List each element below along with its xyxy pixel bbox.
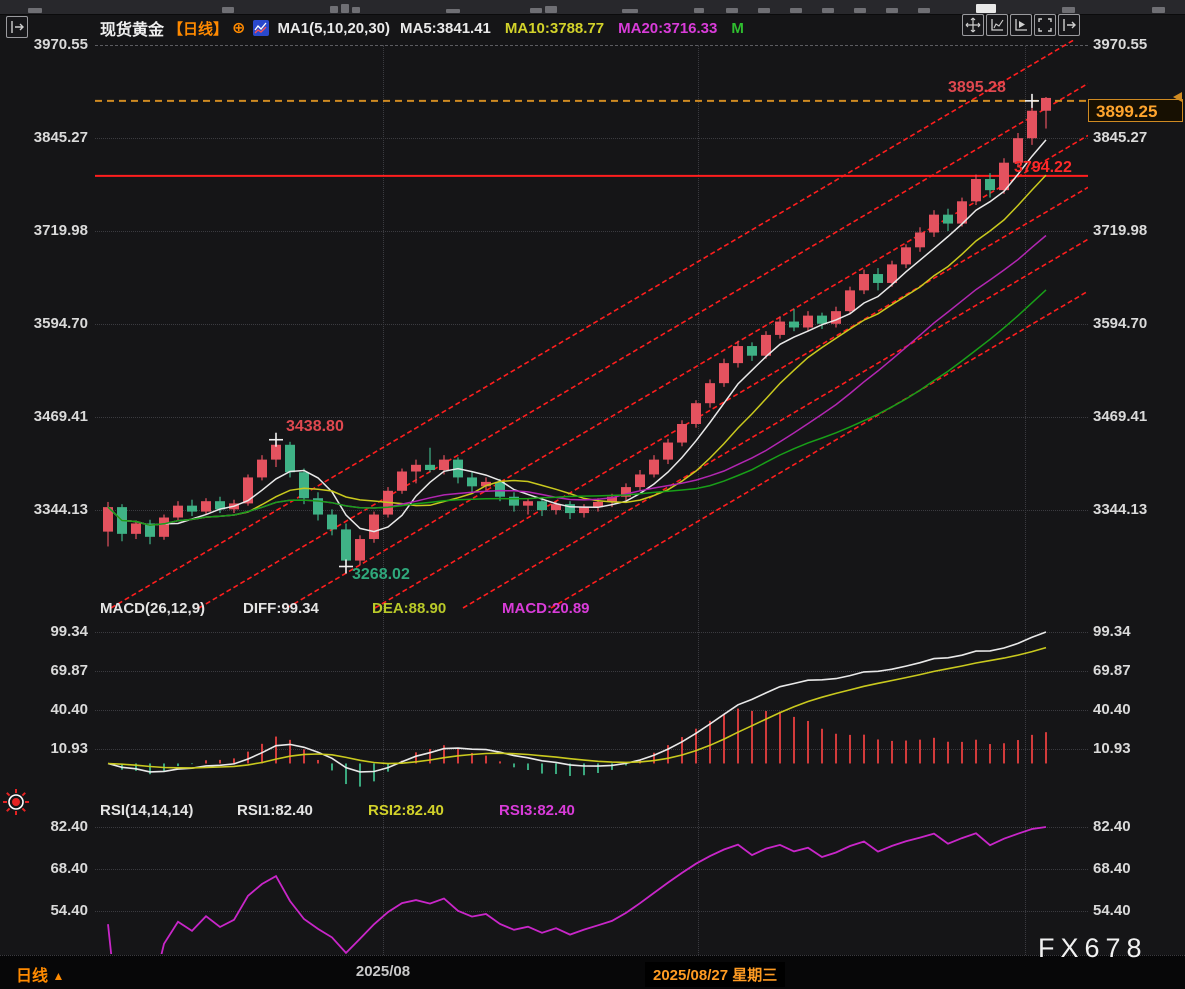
rsi-title[interactable]: RSI(14,14,14) [100,802,193,820]
ma-lines [107,139,1047,533]
swing-marker [339,559,353,574]
macd-dea-value: DEA:88.90 [372,600,447,617]
period-selector[interactable]: 日线 ▲ [16,962,64,986]
period-label: 日线 [16,968,49,985]
rsi1-value: RSI1:82.40 [237,802,313,819]
macd-diff-value: DIFF:99.34 [243,600,319,617]
macd-value: MACD:20.89 [502,600,590,617]
rsi2-value: RSI2:82.40 [368,802,444,819]
recent-high-label: 3895.28 [948,79,1006,96]
chart-window: 现货黄金 【日线】 ⊕ MA1(5,10,20,30) MA5:3841.41 … [0,0,1185,989]
hline-price-label: 3794.22 [1014,159,1072,176]
period-dropdown-icon: ▲ [52,969,65,983]
ma10-line [107,174,1047,527]
swing-low-label: 3268.02 [352,566,410,583]
chart-canvas[interactable] [0,0,1185,988]
watermark: FX678 [1038,933,1148,963]
macd-histogram [121,708,1047,787]
last-price-tag: 3899.25 [1088,99,1183,122]
swing-marker [269,432,283,447]
rsi3-value: RSI3:82.40 [499,802,575,819]
month-tick-label: 2025/08 [355,963,411,980]
time-axis [0,955,1185,989]
trend-channel[interactable] [110,32,1088,609]
swing-high-label: 3438.80 [286,418,344,435]
highlighted-date-label: 2025/08/27 星期三 [645,962,786,987]
ma5-line [107,139,1047,533]
swing-marker [1025,93,1039,108]
alert-burst-icon[interactable] [2,788,30,816]
price-tag-arrow [1173,92,1182,102]
macd-title[interactable]: MACD(26,12,9) [100,600,205,618]
